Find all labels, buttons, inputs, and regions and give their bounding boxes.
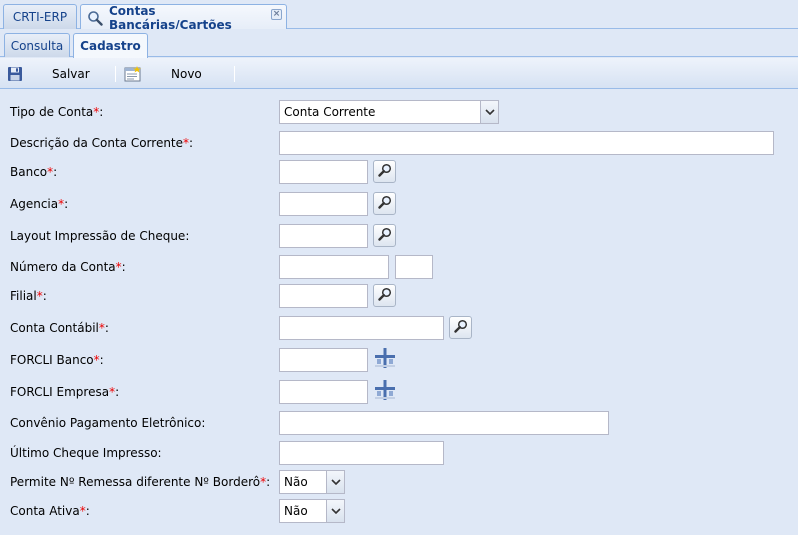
field-label: Conta Contábil*: bbox=[10, 321, 109, 335]
forcli-banco-tree-button[interactable] bbox=[373, 348, 396, 371]
row-banco: Banco*: bbox=[0, 160, 798, 186]
filial-input[interactable] bbox=[279, 284, 368, 308]
toolbar-divider bbox=[234, 66, 235, 82]
tab-contas-bancarias[interactable]: Contas Bancárias/Cartões × bbox=[80, 3, 287, 32]
magnifier-icon bbox=[453, 319, 468, 336]
chevron-down-icon[interactable] bbox=[326, 471, 344, 493]
chevron-down-icon[interactable] bbox=[326, 500, 344, 522]
row-agencia: Agencia*: bbox=[0, 192, 798, 218]
descricao-input[interactable] bbox=[279, 131, 774, 155]
layout-cheque-lookup-button[interactable] bbox=[373, 224, 396, 247]
filial-lookup-button[interactable] bbox=[373, 284, 396, 307]
row-permite-remessa: Permite Nº Remessa diferente Nº Borderô*… bbox=[0, 470, 798, 496]
numero-conta-input[interactable] bbox=[279, 255, 389, 279]
row-forcli-banco: FORCLI Banco*: bbox=[0, 348, 798, 374]
new-label: Novo bbox=[171, 67, 202, 81]
banco-input[interactable] bbox=[279, 160, 368, 184]
tab-label: Contas Bancárias/Cartões bbox=[109, 3, 232, 32]
floppy-disk-icon bbox=[7, 66, 23, 82]
chevron-down-icon[interactable] bbox=[480, 101, 498, 123]
field-label: Número da Conta*: bbox=[10, 260, 126, 274]
save-label: Salvar bbox=[52, 67, 90, 81]
close-icon[interactable]: × bbox=[271, 9, 282, 20]
new-document-icon bbox=[124, 66, 142, 82]
tab-label: Cadastro bbox=[80, 39, 141, 53]
tab-cadastro[interactable]: Cadastro bbox=[73, 33, 148, 58]
field-label: FORCLI Empresa*: bbox=[10, 385, 120, 399]
field-label: Layout Impressão de Cheque: bbox=[10, 229, 190, 243]
conta-contabil-lookup-button[interactable] bbox=[449, 316, 472, 339]
tree-icon bbox=[374, 379, 396, 404]
tab-label: Consulta bbox=[10, 38, 64, 53]
row-convenio: Convênio Pagamento Eletrônico: bbox=[0, 411, 798, 437]
magnifier-icon bbox=[377, 163, 392, 180]
permite-remessa-select[interactable]: Não bbox=[279, 470, 345, 494]
tab-crti-erp[interactable]: CRTI-ERP bbox=[3, 4, 77, 29]
magnifier-icon bbox=[377, 195, 392, 212]
agencia-lookup-button[interactable] bbox=[373, 192, 396, 215]
forcli-banco-input[interactable] bbox=[279, 348, 368, 372]
layout-cheque-input[interactable] bbox=[279, 224, 368, 248]
tree-icon bbox=[374, 347, 396, 372]
row-descricao: Descrição da Conta Corrente*: bbox=[0, 131, 798, 157]
forcli-empresa-tree-button[interactable] bbox=[373, 380, 396, 403]
agencia-input[interactable] bbox=[279, 192, 368, 216]
tipo-conta-select[interactable]: Conta Corrente bbox=[279, 100, 499, 124]
field-label: Agencia*: bbox=[10, 197, 69, 211]
save-button[interactable]: Salvar bbox=[7, 64, 90, 84]
field-label: Permite Nº Remessa diferente Nº Borderô*… bbox=[10, 475, 271, 489]
field-label: FORCLI Banco*: bbox=[10, 353, 104, 367]
row-conta-ativa: Conta Ativa*: Não bbox=[0, 499, 798, 525]
field-label: Filial*: bbox=[10, 289, 47, 303]
row-tipo-conta: Tipo de Conta*: Conta Corrente bbox=[0, 100, 798, 126]
magnifier-icon bbox=[377, 227, 392, 244]
row-ultimo-cheque: Último Cheque Impresso: bbox=[0, 441, 798, 467]
row-filial: Filial*: bbox=[0, 284, 798, 310]
field-label: Descrição da Conta Corrente*: bbox=[10, 136, 194, 150]
row-forcli-empresa: FORCLI Empresa*: bbox=[0, 380, 798, 406]
digito-conta-input[interactable] bbox=[395, 255, 433, 279]
banco-lookup-button[interactable] bbox=[373, 160, 396, 183]
field-label: Tipo de Conta*: bbox=[10, 105, 104, 119]
ultimo-cheque-input[interactable] bbox=[279, 441, 444, 465]
new-button[interactable]: Novo bbox=[124, 64, 202, 84]
toolbar-divider bbox=[115, 66, 116, 82]
field-label: Conta Ativa*: bbox=[10, 504, 90, 518]
tab-consulta[interactable]: Consulta bbox=[4, 33, 70, 57]
search-icon bbox=[87, 10, 103, 26]
row-numero-conta: Número da Conta*: bbox=[0, 255, 798, 281]
field-label: Convênio Pagamento Eletrônico: bbox=[10, 416, 206, 430]
cadastro-form: Tipo de Conta*: Conta Corrente Descrição… bbox=[0, 90, 798, 535]
convenio-input[interactable] bbox=[279, 411, 609, 435]
row-layout-cheque: Layout Impressão de Cheque: bbox=[0, 224, 798, 250]
forcli-empresa-input[interactable] bbox=[279, 380, 368, 404]
field-label: Último Cheque Impresso: bbox=[10, 446, 162, 460]
toolbar: Salvar Novo bbox=[0, 58, 798, 89]
conta-contabil-input[interactable] bbox=[279, 316, 444, 340]
row-conta-contabil: Conta Contábil*: bbox=[0, 316, 798, 342]
conta-ativa-select[interactable]: Não bbox=[279, 499, 345, 523]
field-label: Banco*: bbox=[10, 165, 58, 179]
sub-tab-bar: Consulta Cadastro bbox=[0, 29, 798, 58]
tab-label: CRTI-ERP bbox=[12, 10, 68, 24]
magnifier-icon bbox=[377, 287, 392, 304]
window-tab-bar: CRTI-ERP Contas Bancárias/Cartões × bbox=[0, 0, 798, 32]
